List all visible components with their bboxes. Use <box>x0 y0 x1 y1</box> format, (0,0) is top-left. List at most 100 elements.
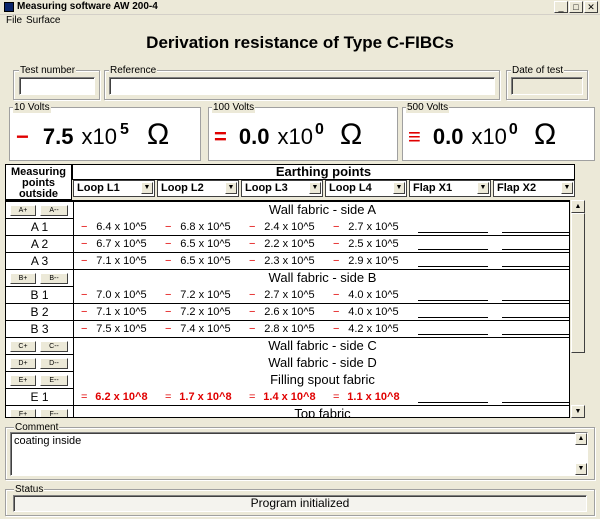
section-add-button[interactable]: D+ <box>10 358 36 369</box>
scroll-up-button[interactable]: ▲ <box>571 200 585 213</box>
value-cell[interactable]: −6.7 x 10^5 <box>81 236 149 253</box>
table-row: A 2−6.7 x 10^5−6.5 x 10^5−2.2 x 10^5−2.5… <box>6 236 569 253</box>
section-remove-button[interactable]: E-- <box>40 375 68 386</box>
sign-indicator: − <box>81 238 88 250</box>
empty-value-cell[interactable] <box>418 307 488 318</box>
section-remove-button[interactable]: C-- <box>40 341 68 352</box>
comment-scroll-up[interactable]: ▲ <box>575 433 587 445</box>
comment-textarea[interactable]: coating inside <box>10 432 588 476</box>
sign-indicator: − <box>165 238 172 250</box>
empty-value-cell[interactable] <box>502 307 569 318</box>
sign-indicator: = <box>333 391 340 403</box>
value-cell[interactable]: −7.1 x 10^5 <box>81 253 149 270</box>
value-cell[interactable]: −4.0 x 10^5 <box>333 304 401 321</box>
empty-value-cell[interactable] <box>418 256 488 267</box>
value-cell[interactable]: −7.5 x 10^5 <box>81 321 149 338</box>
column-select-loop-l4[interactable]: Loop L4 ▼ <box>325 180 407 197</box>
empty-value-cell[interactable] <box>418 324 488 335</box>
chevron-down-icon: ▼ <box>477 182 489 194</box>
value-cell[interactable]: = 1.1 x 10^8 <box>333 389 401 406</box>
sign-indicator: = <box>81 391 88 403</box>
value-cell[interactable]: −7.2 x 10^5 <box>165 287 233 304</box>
table-row: B 3−7.5 x 10^5−7.4 x 10^5−2.8 x 10^5−4.2… <box>6 321 569 338</box>
value-cell[interactable]: = 1.7 x 10^8 <box>165 389 233 406</box>
value-cell[interactable]: −4.0 x 10^5 <box>333 287 401 304</box>
section-add-button[interactable]: E+ <box>10 375 36 386</box>
empty-value-cell[interactable] <box>502 239 569 250</box>
value-cell[interactable]: −7.4 x 10^5 <box>165 321 233 338</box>
table-row: B 2−7.1 x 10^5−7.2 x 10^5−2.6 x 10^5−4.0… <box>6 304 569 321</box>
measuring-points-header: Measuring points outside <box>5 164 72 200</box>
section-remove-button[interactable]: D-- <box>40 358 68 369</box>
menu-surface[interactable]: Surface <box>26 15 60 26</box>
column-select-flap-x2[interactable]: Flap X2 ▼ <box>493 180 575 197</box>
value-cell[interactable]: = 1.4 x 10^8 <box>249 389 317 406</box>
value-cell[interactable]: −6.8 x 10^5 <box>165 219 233 236</box>
value-cell[interactable]: −2.9 x 10^5 <box>333 253 401 270</box>
empty-value-cell[interactable] <box>418 222 488 233</box>
section-header: A+ A-- Wall fabric - side A <box>6 202 569 219</box>
value-cell[interactable]: −4.2 x 10^5 <box>333 321 401 338</box>
value-cell[interactable]: −2.3 x 10^5 <box>249 253 317 270</box>
value-cell[interactable]: −6.5 x 10^5 <box>165 236 233 253</box>
test-number-field[interactable] <box>19 77 95 95</box>
sign-indicator: − <box>249 323 256 335</box>
grid-scrollbar[interactable]: ▲ ▼ <box>571 200 585 418</box>
section-add-button[interactable]: B+ <box>10 273 36 284</box>
section-add-button[interactable]: C+ <box>10 341 36 352</box>
scroll-down-button[interactable]: ▼ <box>571 405 585 418</box>
empty-value-cell[interactable] <box>502 324 569 335</box>
value-cell[interactable]: −2.5 x 10^5 <box>333 236 401 253</box>
value-cell[interactable]: −2.7 x 10^5 <box>249 287 317 304</box>
value-cell[interactable]: −2.7 x 10^5 <box>333 219 401 236</box>
value-cell[interactable]: −6.4 x 10^5 <box>81 219 149 236</box>
empty-value-cell[interactable] <box>502 290 569 301</box>
empty-value-cell[interactable] <box>418 239 488 250</box>
value-text: 7.1 x 10^5 <box>94 304 149 321</box>
row-label: A 1 <box>30 220 49 234</box>
chevron-down-icon: ▼ <box>225 182 237 194</box>
empty-value-cell[interactable] <box>418 290 488 301</box>
value-text: 7.2 x 10^5 <box>178 304 233 321</box>
value-cell[interactable]: −7.2 x 10^5 <box>165 304 233 321</box>
reference-label: Reference <box>109 65 158 76</box>
menu-file[interactable]: File <box>6 15 22 26</box>
sign-indicator: − <box>81 221 88 233</box>
value-text: 7.4 x 10^5 <box>178 321 233 338</box>
status-label: Status <box>14 484 45 495</box>
value-cell[interactable]: −7.1 x 10^5 <box>81 304 149 321</box>
minimize-button[interactable]: _ <box>554 1 568 13</box>
value-text: 6.7 x 10^5 <box>94 236 149 253</box>
empty-value-cell[interactable] <box>502 222 569 233</box>
empty-value-cell[interactable] <box>502 392 569 403</box>
column-select-loop-l2[interactable]: Loop L2 ▼ <box>157 180 239 197</box>
value-cell[interactable]: −2.6 x 10^5 <box>249 304 317 321</box>
value-cell[interactable]: −2.4 x 10^5 <box>249 219 317 236</box>
scroll-thumb[interactable] <box>571 213 585 353</box>
value-cell[interactable]: = 6.2 x 10^8 <box>81 389 149 406</box>
volt-500-label: 500 Volts <box>406 102 450 113</box>
sign-indicator: − <box>81 289 88 301</box>
value-cell[interactable]: −2.2 x 10^5 <box>249 236 317 253</box>
column-select-loop-l3[interactable]: Loop L3 ▼ <box>241 180 323 197</box>
close-button[interactable]: ✕ <box>584 1 598 13</box>
empty-value-cell[interactable] <box>418 392 488 403</box>
maximize-button[interactable]: □ <box>569 1 583 13</box>
value-cell[interactable]: −6.5 x 10^5 <box>165 253 233 270</box>
sign-indicator: − <box>165 306 172 318</box>
column-select-loop-l1[interactable]: Loop L1 ▼ <box>73 180 155 197</box>
section-title: Filling spout fabric <box>74 372 569 389</box>
section-add-button[interactable]: A+ <box>10 205 36 216</box>
reference-field[interactable] <box>109 77 495 95</box>
section-remove-button[interactable]: B-- <box>40 273 68 284</box>
empty-value-cell[interactable] <box>502 256 569 267</box>
section-remove-button[interactable]: F-- <box>40 409 68 417</box>
value-cell[interactable]: −7.0 x 10^5 <box>81 287 149 304</box>
section-remove-button[interactable]: A-- <box>40 205 68 216</box>
section-add-button[interactable]: F+ <box>10 409 36 417</box>
value-cell[interactable]: −2.8 x 10^5 <box>249 321 317 338</box>
column-select-flap-x1[interactable]: Flap X1 ▼ <box>409 180 491 197</box>
date-of-test-field[interactable] <box>511 77 583 95</box>
value-text: 7.0 x 10^5 <box>94 287 149 304</box>
comment-scroll-down[interactable]: ▼ <box>575 463 587 475</box>
